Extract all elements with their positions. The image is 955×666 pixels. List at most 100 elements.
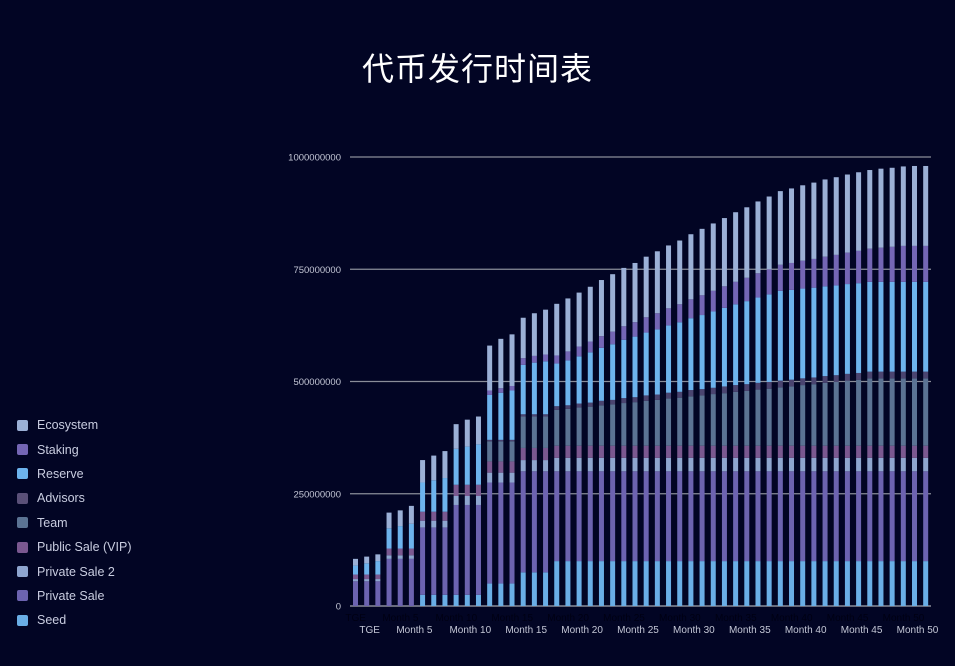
bar-segment-seed[interactable] <box>475 594 481 606</box>
bar-segment-ecosystem[interactable] <box>408 505 414 524</box>
bar-segment-seed[interactable] <box>699 561 705 606</box>
bar-segment-team[interactable] <box>900 378 906 446</box>
bar-segment-public-sale-vip[interactable] <box>800 445 806 458</box>
bar-stack[interactable] <box>744 207 750 606</box>
bar-segment-staking[interactable] <box>598 336 604 348</box>
bar-stack[interactable] <box>453 424 459 606</box>
bar-segment-seed[interactable] <box>554 561 560 606</box>
bar-segment-reserve[interactable] <box>766 294 772 382</box>
bar-stack[interactable] <box>587 286 593 606</box>
bar-segment-staking[interactable] <box>543 354 549 362</box>
bar-segment-reserve[interactable] <box>666 325 672 393</box>
bar-segment-staking[interactable] <box>487 390 493 395</box>
bar-stack[interactable] <box>878 168 884 606</box>
bar-segment-advisors[interactable] <box>822 376 828 383</box>
bar-segment-seed[interactable] <box>721 561 727 606</box>
bar-segment-private-sale[interactable] <box>733 471 739 562</box>
bar-segment-public-sale-vip[interactable] <box>475 484 481 496</box>
bar-stack[interactable] <box>789 188 795 606</box>
bar-segment-team[interactable] <box>800 385 806 446</box>
bar-stack[interactable] <box>598 280 604 606</box>
bar-segment-advisors[interactable] <box>744 384 750 391</box>
bar-segment-public-sale-vip[interactable] <box>777 445 783 458</box>
bar-segment-private-sale-2[interactable] <box>408 555 414 559</box>
bar-segment-public-sale-vip[interactable] <box>364 574 370 580</box>
bar-segment-private-sale-2[interactable] <box>833 457 839 472</box>
bar-segment-private-sale-2[interactable] <box>543 460 549 472</box>
bar-segment-reserve[interactable] <box>587 352 593 403</box>
bar-segment-team[interactable] <box>587 406 593 446</box>
bar-segment-private-sale[interactable] <box>878 471 884 562</box>
bar-stack[interactable] <box>464 419 470 606</box>
bar-segment-private-sale-2[interactable] <box>598 457 604 472</box>
bar-segment-private-sale[interactable] <box>509 482 515 584</box>
bar-segment-advisors[interactable] <box>699 389 705 396</box>
bar-segment-seed[interactable] <box>800 561 806 606</box>
bar-segment-seed[interactable] <box>509 583 515 606</box>
bar-segment-private-sale[interactable] <box>811 471 817 562</box>
bar-segment-private-sale[interactable] <box>576 471 582 562</box>
bar-segment-public-sale-vip[interactable] <box>789 445 795 458</box>
bar-segment-public-sale-vip[interactable] <box>632 445 638 458</box>
bar-segment-team[interactable] <box>822 382 828 446</box>
bar-segment-team[interactable] <box>654 399 660 446</box>
bar-segment-seed[interactable] <box>420 594 426 606</box>
bar-segment-seed[interactable] <box>900 561 906 606</box>
bar-segment-staking[interactable] <box>587 341 593 353</box>
bar-segment-seed[interactable] <box>856 561 862 606</box>
bar-segment-public-sale-vip[interactable] <box>397 548 403 556</box>
bar-segment-ecosystem[interactable] <box>844 174 850 253</box>
bar-segment-public-sale-vip[interactable] <box>889 445 895 458</box>
bar-segment-ecosystem[interactable] <box>598 280 604 337</box>
bar-segment-private-sale-2[interactable] <box>364 579 370 582</box>
bar-segment-ecosystem[interactable] <box>487 345 493 391</box>
bar-segment-seed[interactable] <box>498 583 504 606</box>
bar-segment-reserve[interactable] <box>833 285 839 376</box>
bar-segment-reserve[interactable] <box>632 336 638 398</box>
bar-segment-team[interactable] <box>531 416 537 448</box>
bar-segment-reserve[interactable] <box>442 478 448 512</box>
bar-segment-private-sale-2[interactable] <box>621 457 627 472</box>
bar-segment-ecosystem[interactable] <box>353 558 358 566</box>
bar-segment-staking[interactable] <box>576 346 582 357</box>
bar-segment-public-sale-vip[interactable] <box>666 445 672 458</box>
bar-stack[interactable] <box>844 174 850 606</box>
bar-segment-ecosystem[interactable] <box>543 309 549 355</box>
bar-segment-public-sale-vip[interactable] <box>912 445 917 458</box>
bar-segment-staking[interactable] <box>632 322 638 337</box>
bar-segment-public-sale-vip[interactable] <box>621 445 627 458</box>
bar-segment-private-sale[interactable] <box>666 471 672 562</box>
bar-segment-team[interactable] <box>632 402 638 446</box>
bar-segment-seed[interactable] <box>912 561 917 606</box>
bar-segment-private-sale[interactable] <box>453 504 459 595</box>
bar-segment-private-sale-2[interactable] <box>531 460 537 472</box>
bar-segment-team[interactable] <box>666 398 672 446</box>
bar-segment-seed[interactable] <box>733 561 739 606</box>
bar-segment-staking[interactable] <box>789 262 795 290</box>
bar-segment-advisors[interactable] <box>811 377 817 385</box>
bar-segment-ecosystem[interactable] <box>587 286 593 342</box>
bar-segment-private-sale-2[interactable] <box>777 457 783 472</box>
bar-segment-seed[interactable] <box>789 561 795 606</box>
bar-segment-advisors[interactable] <box>509 439 515 442</box>
bar-segment-staking[interactable] <box>733 281 739 305</box>
bar-segment-advisors[interactable] <box>721 386 727 394</box>
bar-segment-staking[interactable] <box>710 290 716 312</box>
bar-stack[interactable] <box>364 556 370 606</box>
bar-segment-ecosystem[interactable] <box>822 179 828 257</box>
bar-segment-staking[interactable] <box>844 252 850 285</box>
bar-segment-reserve[interactable] <box>576 356 582 404</box>
bar-segment-ecosystem[interactable] <box>889 167 895 247</box>
bar-segment-ecosystem[interactable] <box>475 416 481 445</box>
bar-segment-public-sale-vip[interactable] <box>587 445 593 458</box>
bar-segment-ecosystem[interactable] <box>554 303 560 356</box>
bar-segment-staking[interactable] <box>531 355 537 363</box>
bar-segment-staking[interactable] <box>654 313 660 330</box>
bar-segment-advisors[interactable] <box>777 380 783 388</box>
bar-segment-seed[interactable] <box>833 561 839 606</box>
bar-segment-staking[interactable] <box>811 258 817 288</box>
bar-stack[interactable] <box>654 251 660 606</box>
bar-segment-public-sale-vip[interactable] <box>811 445 817 458</box>
bar-segment-advisors[interactable] <box>520 414 526 417</box>
bar-segment-seed[interactable] <box>610 561 616 606</box>
